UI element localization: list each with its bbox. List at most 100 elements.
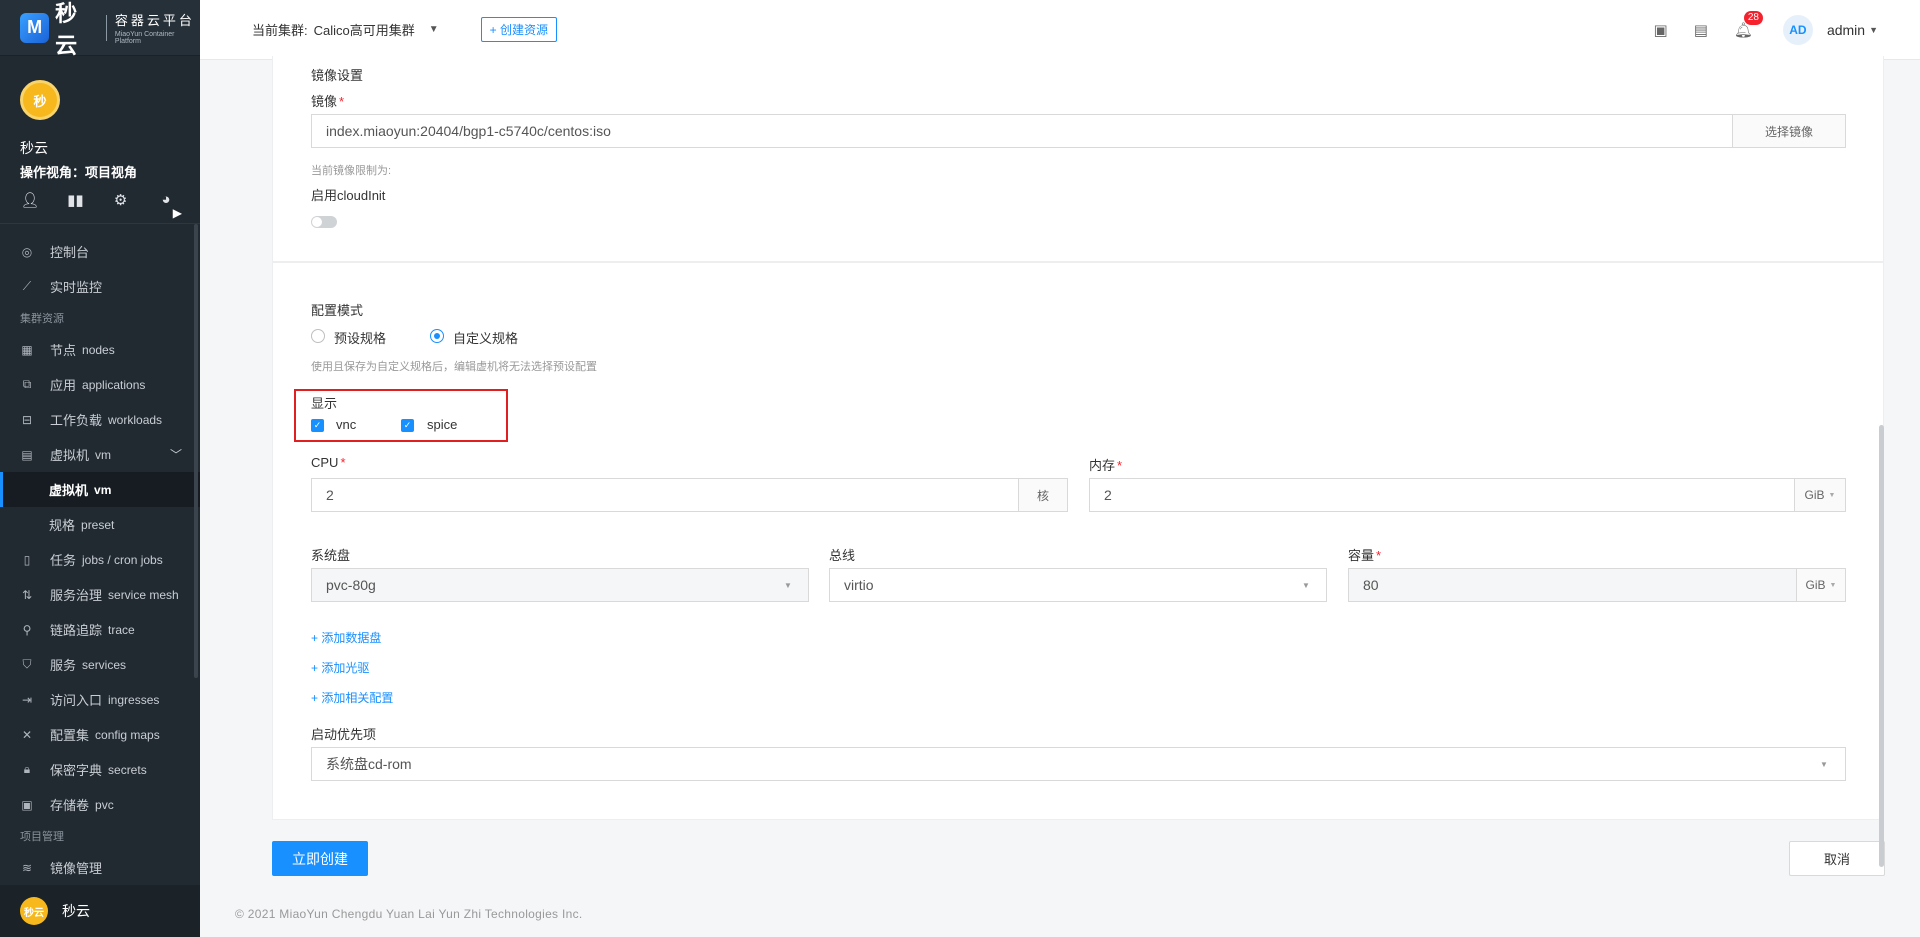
mesh-icon: ⇅ — [21, 587, 33, 602]
caret-down-icon: ▼ — [1828, 491, 1836, 499]
image-input[interactable]: index.miaoyun:20404/bgp1-c5740c/centos:i… — [311, 114, 1733, 148]
sidebar-item-trace[interactable]: ⚲ 链路追踪 trace — [0, 612, 200, 647]
sidebar-scrollbar[interactable] — [194, 224, 198, 678]
tools-icon: ✕ — [21, 727, 33, 742]
user-icon[interactable]: 👤︎ — [20, 191, 40, 209]
sidebar: M 秒云 容器云平台 MiaoYun Container Platform 秒 … — [0, 0, 200, 937]
expand-arrow-icon[interactable]: ▶ — [173, 206, 182, 220]
login-icon: ⇥ — [21, 692, 33, 707]
required-mark: * — [1117, 458, 1123, 473]
sidebar-item-label: 保密字典 — [50, 763, 103, 778]
cluster-selector[interactable]: Calico高可用集群 — [314, 20, 415, 39]
sidebar-item-service-mesh[interactable]: ⇅ 服务治理 service mesh — [0, 577, 200, 612]
caret-down-icon[interactable]: ▼ — [1869, 25, 1878, 35]
sidebar-item-en: services — [82, 657, 127, 672]
header-actions: ▣ ▤ 🔔︎ 28 AD admin ▼ — [1628, 0, 1878, 60]
sidebar-menu: ◎ 控制台 ⟋ 实时监控 集群资源 ▦ 节点 nodes ⧉ 应用 applications… — [0, 224, 200, 885]
chevron-down-icon: ﹀ — [169, 448, 182, 462]
logo-divider — [105, 14, 107, 41]
sidebar-item-ingresses[interactable]: ⇥ 访问入口 ingresses — [0, 682, 200, 717]
memory-input[interactable]: 2 — [1089, 478, 1795, 512]
image-limit-hint: 当前镜像限制为: — [311, 165, 392, 177]
vnc-checkbox[interactable]: ✓ — [311, 419, 324, 432]
create-resource-button[interactable]: + 创建资源 — [480, 17, 557, 42]
sidebar-item-vm-list[interactable]: 虚拟机 vm — [0, 472, 200, 507]
memory-unit-select[interactable]: GiB ▼ — [1794, 478, 1846, 512]
cluster-label: 当前集群: — [252, 23, 308, 38]
sidebar-item-config-maps[interactable]: ✕ 配置集 config maps — [0, 717, 200, 752]
cpu-input[interactable]: 2 — [311, 478, 1019, 512]
submit-button[interactable]: 立即创建 — [272, 841, 368, 876]
add-related-config-link[interactable]: + 添加相关配置 — [311, 689, 393, 706]
select-image-button[interactable]: 选择镜像 — [1732, 114, 1846, 148]
sidebar-item-console[interactable]: ◎ 控制台 — [0, 234, 200, 269]
avatar[interactable]: 秒 — [20, 80, 60, 120]
logo-subtitle-en: MiaoYun Container Platform — [114, 31, 175, 45]
clipboard-icon[interactable]: ▤ — [1694, 21, 1708, 39]
layers-icon: ≋ — [21, 860, 33, 875]
document-icon: ▯ — [23, 552, 31, 567]
logo-subtitle-cn: 容器云平台 — [114, 13, 195, 28]
mode-hint: 使用且保存为自定义规格后，编辑虚机将无法选择预设配置 — [311, 361, 597, 373]
grid-icon: ▦ — [21, 342, 33, 357]
sidebar-item-en: vm — [94, 482, 112, 497]
capacity-label: 容量 * — [1348, 545, 1381, 564]
sidebar-item-image-mgmt[interactable]: ≋ 镜像管理 — [0, 850, 200, 885]
sidebar-item-en: secrets — [108, 762, 147, 777]
sidebar-item-en: pvc — [95, 797, 114, 812]
sidebar-item-label: 虚拟机 — [50, 448, 90, 463]
capacity-label-text: 容量 — [1348, 548, 1375, 563]
boot-priority-select[interactable]: 系统盘cd-rom — [311, 747, 1846, 781]
sidebar-item-pvc[interactable]: ▣ 存储卷 pvc — [0, 787, 200, 822]
sidebar-item-nodes[interactable]: ▦ 节点 nodes — [0, 332, 200, 367]
image-label-text: 镜像 — [311, 94, 338, 109]
cloudinit-toggle[interactable] — [311, 216, 337, 228]
system-disk-label: 系统盘 — [311, 548, 351, 563]
sidebar-item-en: workloads — [108, 412, 163, 427]
logo-text: 秒云 — [55, 0, 78, 58]
sidebar-item-en: service mesh — [108, 587, 179, 602]
sidebar-item-secrets[interactable]: 🔒︎ 保密字典 secrets — [0, 752, 200, 787]
bus-label: 总线 — [829, 548, 856, 563]
spice-checkbox[interactable]: ✓ — [401, 419, 414, 432]
cancel-button[interactable]: 取消 — [1789, 841, 1885, 876]
sidebar-item-en: nodes — [82, 342, 115, 357]
bus-select[interactable]: virtio — [829, 568, 1327, 602]
caret-down-icon[interactable]: ▼ — [429, 24, 439, 35]
radio-custom[interactable] — [430, 329, 444, 343]
sidebar-item-applications[interactable]: ⧉ 应用 applications — [0, 367, 200, 402]
bell-icon[interactable]: 🔔︎ 28 — [1734, 11, 1763, 39]
capacity-unit-select[interactable]: GiB ▼ — [1796, 568, 1846, 602]
gear-icon[interactable]: ⚙ — [111, 191, 131, 209]
sidebar-item-monitor[interactable]: ⟋ 实时监控 — [0, 269, 200, 304]
capacity-input[interactable]: 80 — [1348, 568, 1797, 602]
radio-custom-label[interactable]: 自定义规格 — [453, 328, 518, 347]
sidebar-item-jobs[interactable]: ▯ 任务 jobs / cron jobs — [0, 542, 200, 577]
sidebar-item-workloads[interactable]: ⊟ 工作负载 workloads — [0, 402, 200, 437]
boot-priority-label: 启动优先项 — [311, 727, 377, 742]
caret-down-icon: ▼ — [1302, 581, 1310, 590]
bar-chart-icon[interactable]: ▮▮ — [65, 191, 85, 209]
sidebar-item-services[interactable]: ⛉ 服务 services — [0, 647, 200, 682]
display-label: 显示 — [311, 396, 338, 411]
add-cdrom-link[interactable]: + 添加光驱 — [311, 659, 369, 676]
sidebar-item-label: 工作负载 — [50, 413, 103, 428]
user-menu[interactable]: admin — [1827, 22, 1865, 38]
sidebar-footer[interactable]: 秒云 秒云 — [0, 885, 200, 937]
sidebar-item-vm[interactable]: ▤ 虚拟机 vm ﹀ — [0, 437, 200, 472]
sidebar-item-preset[interactable]: 规格 preset — [0, 507, 200, 542]
radio-preset[interactable] — [311, 329, 325, 343]
spice-label[interactable]: spice — [427, 417, 457, 432]
sidebar-item-label: 配置集 — [50, 728, 90, 743]
radio-preset-label[interactable]: 预设规格 — [334, 328, 386, 347]
system-disk-select[interactable]: pvc-80g — [311, 568, 809, 602]
terminal-icon[interactable]: ▣ — [1654, 21, 1668, 39]
copyright: © 2021 MiaoYun Chengdu Yuan Lai Yun Zhi … — [235, 907, 583, 921]
content-scrollbar[interactable] — [1879, 425, 1884, 867]
logo[interactable]: M 秒云 容器云平台 MiaoYun Container Platform — [0, 0, 200, 58]
vnc-label[interactable]: vnc — [336, 417, 356, 432]
add-data-disk-link[interactable]: + 添加数据盘 — [311, 629, 381, 646]
cloudinit-label: 启用cloudInit — [311, 188, 386, 203]
user-avatar[interactable]: AD — [1782, 15, 1813, 45]
menu-group-project: 项目管理 — [20, 831, 64, 843]
